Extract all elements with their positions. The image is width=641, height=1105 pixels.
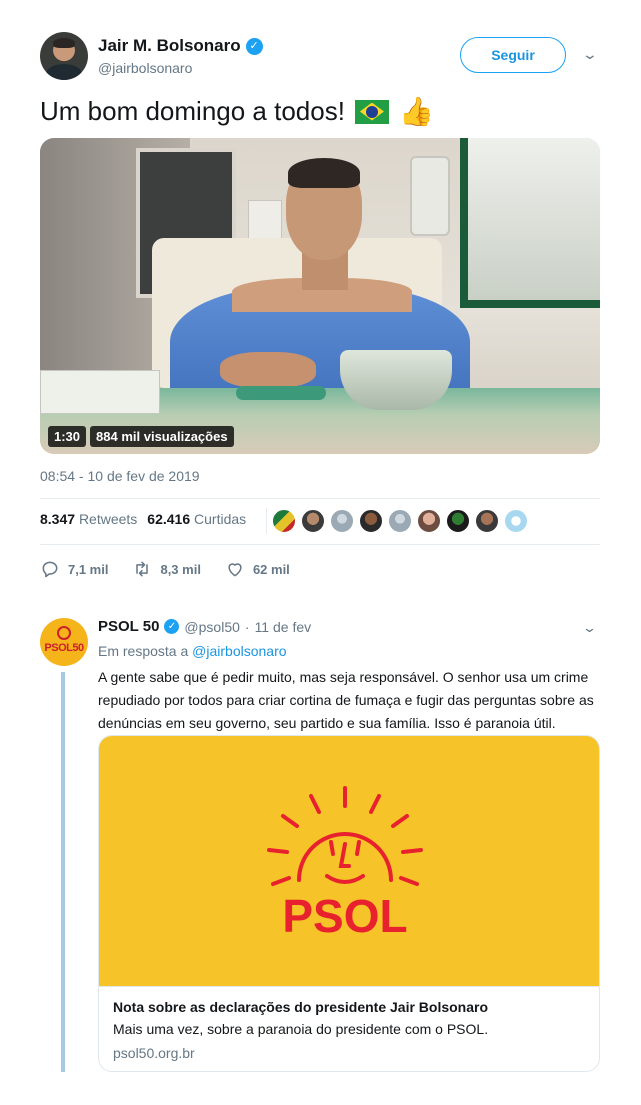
video-scene-bowl [340,350,452,410]
reply-text: A gente sabe que é pedir muito, mas seja… [98,669,594,731]
avatar-hair [53,38,75,48]
avatar-shirt [46,64,82,80]
retweet-icon [136,561,149,577]
retweet-count: 8,3 mil [160,561,201,577]
reply-date[interactable]: 11 de fev [255,619,312,635]
follow-button[interactable]: Seguir [460,37,566,73]
reply-author-name[interactable]: PSOL 50 [98,618,159,635]
reply-count: 7,1 mil [68,561,109,577]
author-name-line: Jair M. Bolsonaro ✓ [98,36,263,56]
chevron-down-icon[interactable]: ⌄ [582,620,597,636]
video-scene-tray [236,386,326,400]
tweet-stats: 8.347 Retweets 62.416 Curtidas [40,511,246,527]
retweet-button[interactable]: 8,3 mil [132,559,201,579]
link-card[interactable]: PSOL Nota sobre as declarações do presid… [98,735,600,1072]
sun-icon [57,626,71,640]
card-title: Nota sobre as declarações do presidente … [113,999,489,1015]
video-badges: 1:30 884 mil visualizações [48,426,234,447]
card-description: Mais uma vez, sobre a paranoia do presid… [113,1021,489,1037]
thumbs-up-icon: 👍 [398,95,434,127]
liker-avatar[interactable] [359,509,383,533]
author-name[interactable]: Jair M. Bolsonaro [98,36,241,56]
video-scene-hand [220,352,316,388]
liker-avatar[interactable] [301,509,325,533]
heart-icon [228,563,242,577]
reply-avatar[interactable]: PSOL50 [40,618,88,666]
reply-avatar-logo-text: PSOL50 [44,642,84,654]
video-scene-carton [40,370,160,414]
likes-stat[interactable]: 62.416 Curtidas [147,511,246,527]
card-domain: psol50.org.br [113,1045,195,1061]
psol-logo: PSOL [267,786,423,942]
like-count: 62 mil [252,561,290,577]
reply-button[interactable]: 7,1 mil [40,559,108,579]
card-image: PSOL [99,736,599,986]
likes-label: Curtidas [194,511,247,527]
video-scene-right-window [460,138,600,308]
divider [40,544,600,545]
brazil-flag-icon [354,99,389,124]
liker-avatars [272,509,528,533]
author-handle[interactable]: @jairbolsonaro [98,60,192,76]
tweet-timestamp[interactable]: 08:54 - 10 de fev de 2019 [40,468,200,484]
video-scene-hair [288,158,360,188]
liker-avatar[interactable] [417,509,441,533]
verified-icon: ✓ [245,37,263,55]
liker-avatar[interactable] [272,509,296,533]
video-scene-monitor [410,156,450,236]
divider [40,498,600,499]
in-reply-handle-link[interactable]: @jairbolsonaro [192,643,286,659]
video-duration: 1:30 [48,426,87,447]
retweets-label: Retweets [78,511,138,527]
video-scene-outlet [248,200,282,240]
reply-header: PSOL 50 ✓ @psol50 · 11 de fev [98,618,311,635]
liker-avatar[interactable] [330,509,354,533]
retweets-count: 8.347 [40,511,76,527]
meta-separator: · [244,618,250,635]
video-player[interactable]: 1:30 884 mil visualizações [40,138,600,454]
verified-icon: ✓ [164,619,180,634]
tweet-text-content: Um bom domingo a todos! [40,96,345,126]
tweet-text: Um bom domingo a todos! 👍 [40,96,434,127]
retweets-stat[interactable]: 8.347 Retweets [40,511,137,527]
thread-line [61,672,65,1072]
psol-logo-text: PSOL [282,890,407,942]
liker-avatar[interactable] [446,509,470,533]
tweet-header: Jair M. Bolsonaro ✓ @jairbolsonaro Segui… [40,30,606,86]
reply-author-handle[interactable]: @psol50 [184,619,239,635]
tweet-actions: 7,1 mil 8,3 mil 62 mil [40,559,314,579]
avatar[interactable] [40,32,88,80]
like-button[interactable]: 62 mil [225,559,290,579]
liker-avatar[interactable] [475,509,499,533]
likes-count: 62.416 [147,511,191,527]
card-info: Nota sobre as declarações do presidente … [99,986,599,1071]
video-views: 884 mil visualizações [90,426,234,447]
liker-avatar[interactable] [504,509,528,533]
reply-icon [42,561,58,578]
in-reply-to: Em resposta a @jairbolsonaro [98,643,287,659]
in-reply-label: Em resposta a [98,643,189,659]
liker-avatar[interactable] [388,509,412,533]
chevron-down-icon[interactable]: ⌄ [582,46,598,63]
